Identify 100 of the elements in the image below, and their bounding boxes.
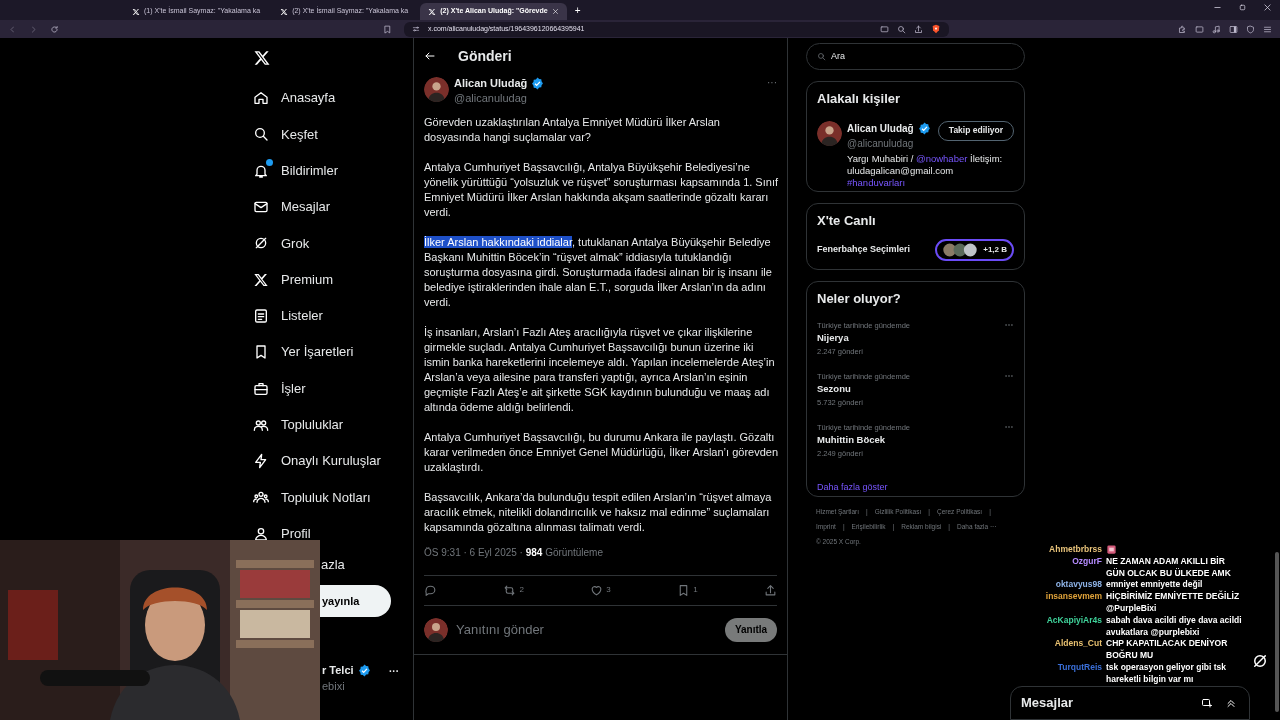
reload-icon[interactable]: [50, 24, 59, 34]
action-count: 3: [606, 584, 611, 596]
nav-label: Topluluklar: [281, 416, 344, 435]
nav-item[interactable]: Anasayfa: [244, 80, 413, 117]
verified-badge-icon: [357, 663, 371, 677]
close-icon: [551, 8, 559, 15]
search-icon: [817, 52, 826, 61]
nav-item[interactable]: Bildirimler: [244, 152, 413, 189]
nav-item[interactable]: Onaylı Kuruluşlar: [244, 442, 413, 480]
x-logo-icon: [132, 7, 140, 16]
nav-item[interactable]: Keşfet: [244, 116, 413, 153]
repost-icon[interactable]: [503, 583, 517, 597]
bookmark-icon: [253, 344, 269, 361]
post-paragraph: İş insanları, Arslan’ı Fazlı Ateş aracılığıyla rüşvet ve çıkar ilişkilerine girmekle suçladı. Antalya Cumhuriyet Başsavcılığı bunun üzerine iki ismin banka hareketlerini incelemeye aldı. Yapılan incelemelerde Ateş’in Arslan’a veya ailesine para transferi yaptığı, ayrıca Arslan’ın eşinin geçmişte Fazlı Ateş’e ait şirkette SGK kaydının bulunduğu ve maaş adı altında ödeme aldığı belirlendi.: [424, 324, 776, 415]
emote-icon: [1106, 544, 1117, 555]
slashed-circle-icon: [1251, 652, 1269, 670]
reply-field[interactable]: Yanıtını gönder: [456, 619, 686, 640]
card-title: Alakalı kişiler: [817, 90, 902, 108]
person-name[interactable]: Alican Uludağ: [847, 120, 914, 136]
trend-name[interactable]: Nijerya: [817, 330, 910, 345]
search-icon: [253, 126, 269, 143]
author-name[interactable]: Alican Uludağ: [454, 75, 528, 92]
chat-message: tsk operasyon geliyor gibi tsk hareketli bilgin var mı: [1106, 661, 1227, 686]
share-icon[interactable]: [764, 583, 777, 597]
live-topic[interactable]: Fenerbahçe Seçimleri: [817, 242, 911, 257]
author-handle[interactable]: @alicanuludag: [454, 91, 545, 104]
more-icon[interactable]: ···: [767, 75, 777, 90]
new-message-icon[interactable]: [1201, 697, 1213, 709]
nav-label: Anasayfa: [281, 89, 336, 108]
menu-icon[interactable]: [1263, 24, 1272, 34]
nav-item[interactable]: Yer İşaretleri: [244, 334, 413, 371]
post-paragraph: Antalya Cumhuriyet Başsavcılığı, Antalya Büyükşehir Belediyesi’ne yönelik yürüttüğü “yolsuzluk ve rüşvet” soruşturması kapsamında 1. Sınıf Emniyet Müdürü İlker Arslan hakkında akşam saatlerinde gözaltı kararı verdi.: [424, 159, 779, 220]
close-icon[interactable]: [1263, 3, 1272, 12]
verified-badge-icon: [917, 121, 931, 135]
chat-username: AcKapiyiAr4s: [1045, 614, 1102, 627]
restore-icon[interactable]: [1238, 3, 1247, 12]
chat-username: oktavyus98: [1054, 579, 1102, 592]
post-paragraph: Antalya Cumhuriyet Başsavcılığı, bu durumu Ankara ile paylaştı. Gözaltı karar verilmeden önce Emniyet Genel Müdürlüğü, İlker Arslan’ı görevden uzaklaştırdı.: [424, 429, 779, 475]
person-icon: [253, 525, 269, 542]
more-icon[interactable]: ···: [389, 663, 399, 679]
post-paragraph: İlker Arslan hakkındaki iddialar, tutuklanan Antalya Büyükşehir Belediye Başkanı Muhittin Böcek’in “rüşvet almak” iddiasıyla tutuklandığı soruşturma dosyasına girdi. Soruşturmada ifadesi alınan bir iş insanı ile belediye iştiraklerinden ihale alan E.T., sorguda İlker Arslan’ın da adını verdi.: [424, 234, 773, 310]
nav-item[interactable]: azla: [321, 554, 413, 585]
music-note-icon[interactable]: [1212, 24, 1221, 34]
chat-message: sabah dava acildi diye dava acildi avukatlara @purplebixi: [1106, 614, 1243, 638]
nav-label: Topluluk Notları: [281, 488, 371, 507]
lightning-bolt-icon: [253, 453, 269, 470]
search-input[interactable]: Ara: [831, 49, 981, 64]
post-button[interactable]: yayınla: [320, 584, 391, 617]
nav-label: İşler: [281, 379, 306, 398]
person-handle[interactable]: @alicanuludag: [847, 135, 931, 151]
card-title: X'te Canlı: [817, 212, 877, 230]
nav-label: Onaylı Kuruluşlar: [281, 452, 381, 471]
chat-username: insansevmem: [1044, 591, 1102, 603]
nav-label: Profil: [281, 524, 311, 543]
nav-label: Yer İşaretleri: [281, 343, 354, 362]
nav-item[interactable]: Mesajlar: [244, 188, 413, 226]
messages-drawer[interactable]: Mesajlar: [1010, 686, 1250, 720]
nav-label: Listeler: [281, 307, 323, 326]
x-logo-icon: [253, 271, 269, 288]
nav-item[interactable]: Topluluk Notları: [244, 479, 413, 516]
hashtag-link[interactable]: #handuvarları: [847, 176, 906, 188]
shield-icon[interactable]: [1246, 24, 1255, 34]
verified-badge-icon: [531, 76, 545, 90]
post-paragraph: Görevden uzaklaştırılan Antalya Emniyet Müdürü İlker Arslan dosyasında hangi suçlamalar var?: [424, 114, 721, 145]
sidebar-icon[interactable]: [1229, 24, 1238, 34]
chevrons-up-icon[interactable]: [1225, 697, 1237, 709]
x-logo-icon[interactable]: [253, 49, 271, 67]
x-logo-icon: [428, 7, 437, 16]
nav-item[interactable]: Listeler: [244, 297, 413, 335]
bookmark-icon[interactable]: [383, 24, 392, 34]
nav-item[interactable]: Grok: [244, 225, 413, 262]
live-listeners-pill[interactable]: +1,2 B: [935, 238, 1014, 261]
back-arrow-icon[interactable]: [424, 50, 436, 62]
card-title: Neler oluyor?: [817, 290, 902, 308]
x-logo-icon: [280, 7, 289, 16]
home-icon: [253, 90, 269, 107]
people-group-icon: [253, 489, 269, 506]
mention-link[interactable]: @nowhaber: [916, 152, 968, 164]
nav-label: Premium: [281, 270, 333, 289]
reply-button[interactable]: Yanıtla: [725, 617, 777, 642]
share-icon[interactable]: [914, 24, 923, 34]
tune-icon[interactable]: [412, 25, 420, 33]
nav-item[interactable]: Topluluklar: [244, 406, 413, 443]
trend-name[interactable]: Muhittin Böcek: [817, 432, 910, 447]
nav-item[interactable]: İşler: [244, 370, 413, 407]
new-tab-button[interactable]: +: [574, 3, 581, 18]
chat-username: OzgurF: [1071, 555, 1102, 568]
nav-label: Grok: [281, 234, 310, 253]
avatar-icon: [424, 617, 448, 642]
post-metadata: ÖS 9:31 · 6 Eyl 2025 · 984 Görüntüleme: [424, 544, 777, 576]
speech-bubble-icon[interactable]: [424, 583, 437, 597]
nav-item[interactable]: Premium: [244, 261, 413, 298]
nav-item[interactable]: Profil: [244, 515, 413, 552]
avatar-icon: [424, 76, 449, 102]
lion-shield-icon[interactable]: [931, 24, 941, 34]
account-handle: ebixi: [322, 679, 346, 695]
heart-icon[interactable]: [590, 583, 604, 597]
zoom-icon[interactable]: [897, 24, 906, 34]
trend-name[interactable]: Sezonu: [817, 381, 910, 396]
show-more-link[interactable]: Daha fazla göster: [817, 481, 888, 492]
